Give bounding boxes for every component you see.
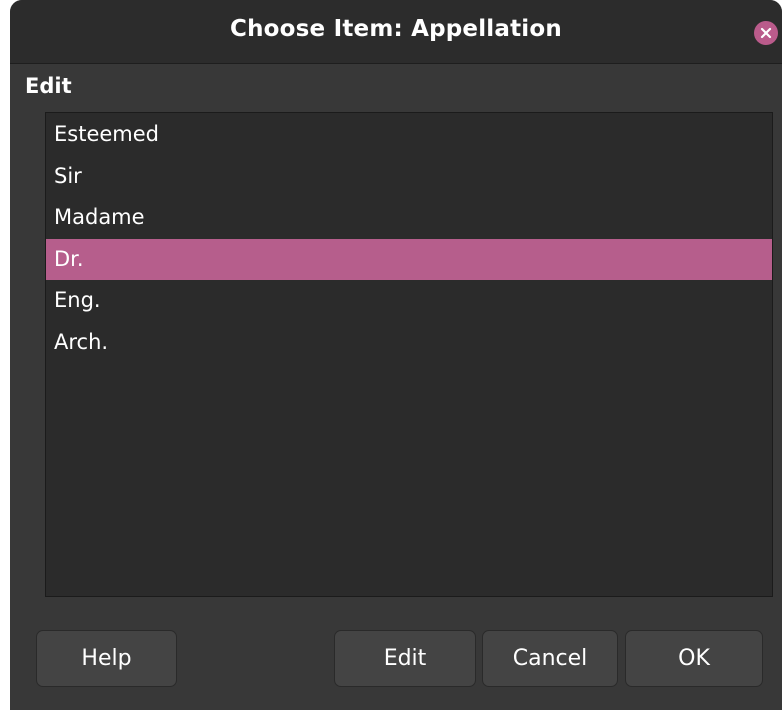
- cancel-button[interactable]: Cancel: [482, 630, 618, 687]
- list-item[interactable]: Madame: [46, 197, 772, 239]
- close-button[interactable]: [754, 21, 778, 45]
- appellation-list[interactable]: Esteemed Sir Madame Dr. Eng. Arch.: [45, 112, 773, 597]
- dialog-window: Choose Item: Appellation Edit Esteemed S…: [10, 0, 782, 710]
- title-bar[interactable]: Choose Item: Appellation: [10, 0, 782, 64]
- help-button[interactable]: Help: [36, 630, 177, 687]
- close-icon: [760, 27, 772, 39]
- list-item[interactable]: Esteemed: [46, 114, 772, 156]
- list-item[interactable]: Arch.: [46, 322, 772, 364]
- ok-button[interactable]: OK: [625, 630, 763, 687]
- window-title: Choose Item: Appellation: [230, 16, 562, 42]
- list-item-selected[interactable]: Dr.: [46, 238, 772, 280]
- list-item[interactable]: Eng.: [46, 280, 772, 322]
- edit-button[interactable]: Edit: [334, 630, 476, 687]
- edit-section-label: Edit: [25, 74, 72, 98]
- list-item[interactable]: Sir: [46, 156, 772, 198]
